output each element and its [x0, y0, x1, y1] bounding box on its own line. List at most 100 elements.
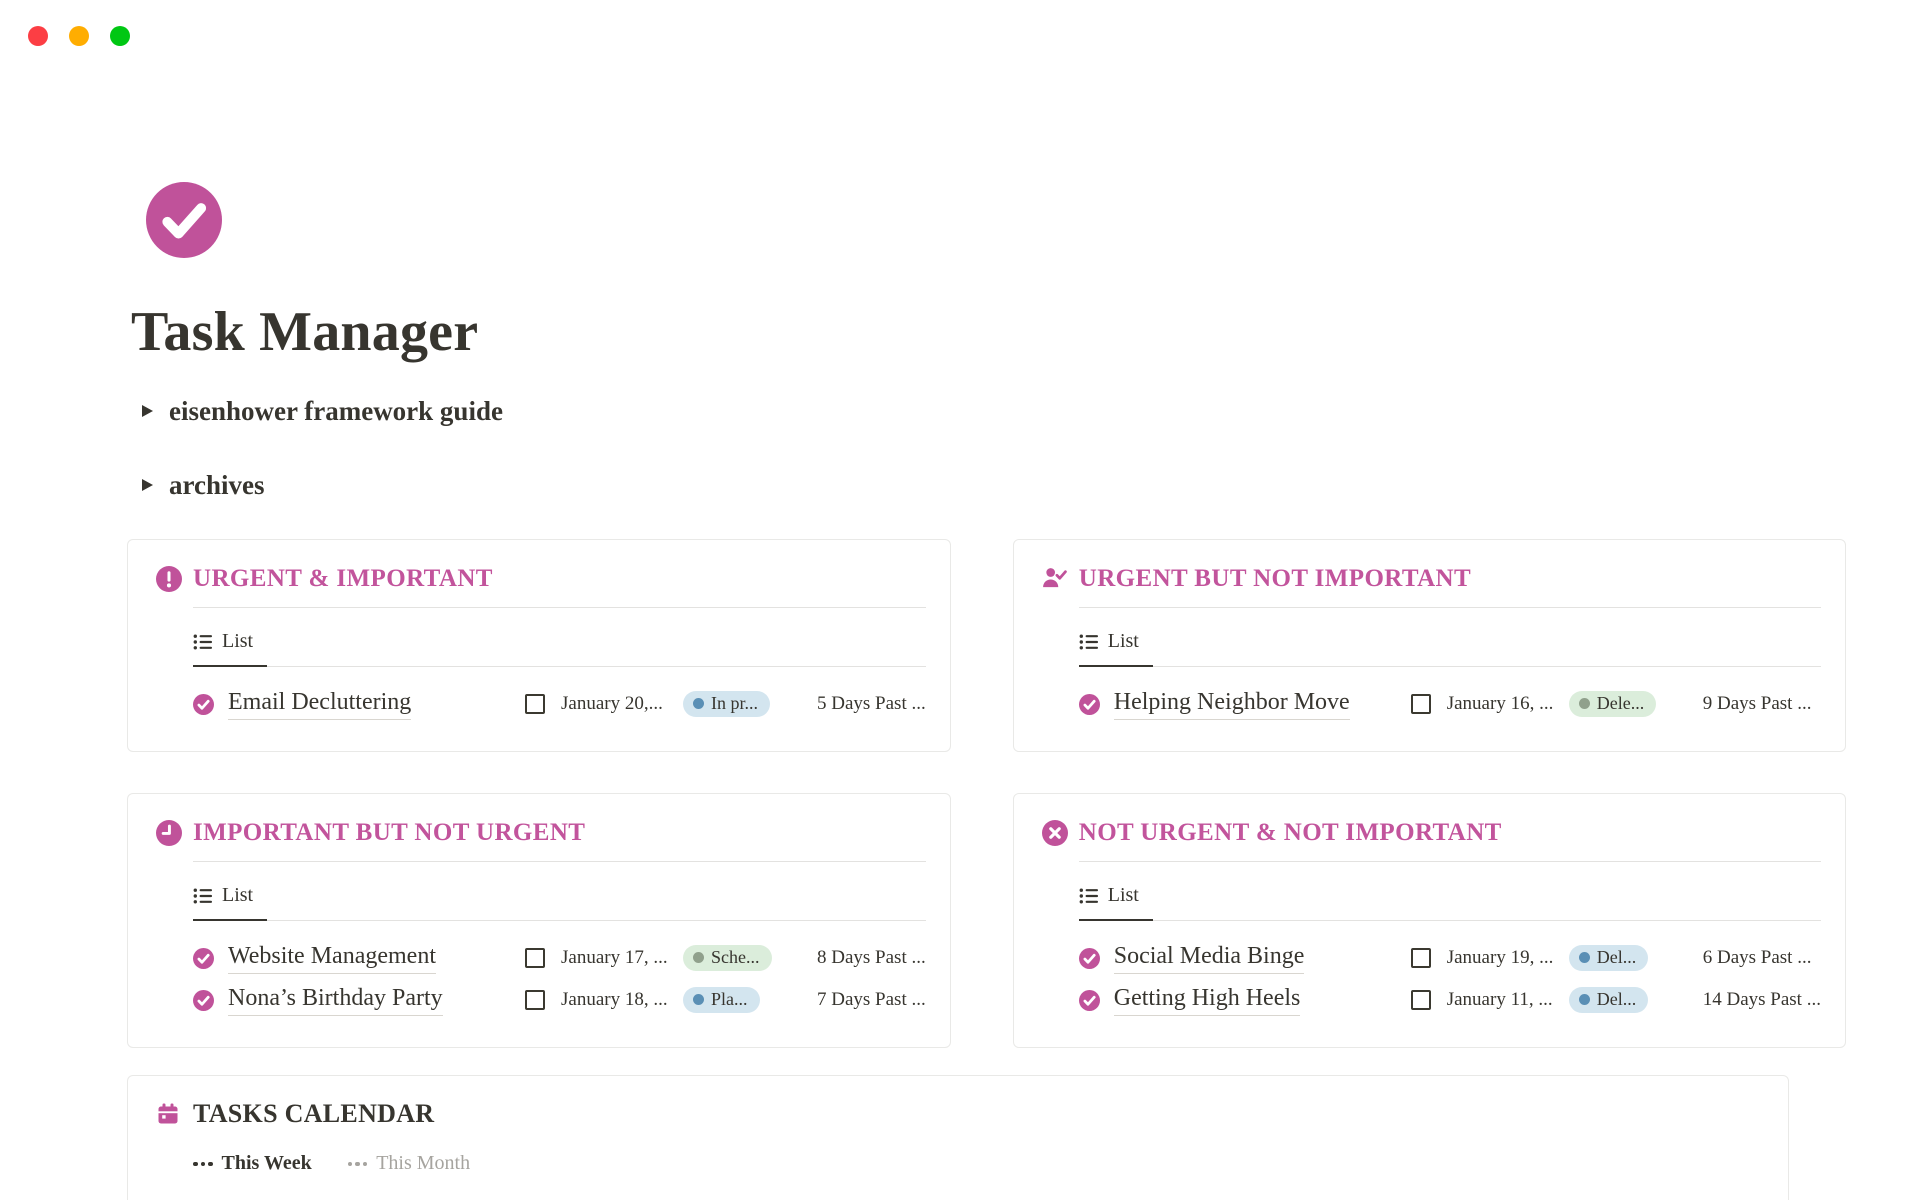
status-cell: Dele...: [1569, 691, 1679, 717]
status-dot-icon: [693, 994, 704, 1005]
view-tab-bar: List: [193, 620, 926, 667]
quadrant-body: List Social Media Binge January 19, ... …: [1079, 861, 1821, 1021]
task-name-link[interactable]: Getting High Heels: [1114, 985, 1301, 1015]
task-check-circle-icon: [193, 948, 214, 969]
list-view-icon: [1079, 886, 1099, 906]
status-dot-icon: [1579, 952, 1590, 963]
done-checkbox[interactable]: [525, 694, 545, 714]
view-tab-list[interactable]: List: [193, 874, 267, 921]
quadrant-grid: URGENT & IMPORTANT List Email Declutteri…: [127, 539, 1789, 1048]
status-badge[interactable]: Pla...: [683, 987, 760, 1013]
status-cell: Del...: [1569, 987, 1679, 1013]
view-tab-list[interactable]: List: [1079, 620, 1153, 667]
tab-label: This Month: [376, 1152, 470, 1175]
days-past-due: 9 Days Past ...: [1703, 693, 1821, 715]
toggle-archives[interactable]: archives: [142, 465, 1789, 505]
divider: [1079, 607, 1821, 608]
view-tab-bar: List: [1079, 874, 1821, 921]
divider: [193, 861, 926, 862]
status-badge[interactable]: Sche...: [683, 945, 772, 971]
toggle-triangle-icon: [142, 479, 153, 491]
page-check-circle-icon[interactable]: [146, 182, 222, 258]
clock-icon: [156, 820, 182, 846]
task-rows: Social Media Binge January 19, ... Del..…: [1079, 937, 1821, 1021]
close-button[interactable]: [28, 26, 48, 46]
x-circle-icon: [1042, 820, 1068, 846]
task-row: Website Management January 17, ... Sche.…: [193, 937, 926, 979]
tasks-calendar-card: TASKS CALENDAR This Week This Month: [127, 1075, 1789, 1200]
task-check-circle-icon: [1079, 948, 1100, 969]
status-cell: Sche...: [683, 945, 793, 971]
task-name-cell: Getting High Heels: [1079, 985, 1411, 1015]
status-badge[interactable]: Del...: [1569, 987, 1649, 1013]
task-due-date[interactable]: January 18, ...: [561, 989, 663, 1011]
calendar-header: TASKS CALENDAR: [156, 1098, 1764, 1130]
view-tab-list[interactable]: List: [1079, 874, 1153, 921]
quadrant-card: IMPORTANT BUT NOT URGENT List Website Ma…: [127, 793, 951, 1048]
quadrant-title: URGENT BUT NOT IMPORTANT: [1079, 565, 1471, 593]
quadrant-card: URGENT & IMPORTANT List Email Declutteri…: [127, 539, 951, 752]
task-name-link[interactable]: Social Media Binge: [1114, 943, 1305, 973]
tab-this-month[interactable]: This Month: [348, 1152, 470, 1175]
task-check-circle-icon: [1079, 990, 1100, 1011]
task-check-circle-icon: [193, 694, 214, 715]
task-due-date[interactable]: January 20,...: [561, 693, 663, 715]
task-due-date[interactable]: January 11, ...: [1447, 989, 1549, 1011]
status-cell: Pla...: [683, 987, 793, 1013]
view-tab-label: List: [1108, 630, 1139, 653]
quadrant-body: List Website Management January 17, ... …: [193, 861, 926, 1021]
task-rows: Helping Neighbor Move January 16, ... De…: [1079, 683, 1821, 725]
quadrant-header: IMPORTANT BUT NOT URGENT: [156, 818, 926, 848]
task-name-cell: Website Management: [193, 943, 525, 973]
status-badge[interactable]: Dele...: [1569, 691, 1656, 717]
view-tab-bar: List: [193, 874, 926, 921]
days-past-due: 5 Days Past ...: [817, 693, 926, 715]
status-dot-icon: [1579, 994, 1590, 1005]
toggle-triangle-icon: [142, 405, 153, 417]
days-past-due: 14 Days Past ...: [1703, 989, 1821, 1011]
done-checkbox[interactable]: [1411, 694, 1431, 714]
toggle-eisenhower-framework-guide[interactable]: eisenhower framework guide: [142, 391, 1789, 431]
status-badge[interactable]: Del...: [1569, 945, 1649, 971]
quadrant-body: List Helping Neighbor Move January 16, .…: [1079, 607, 1821, 725]
quadrant-title: NOT URGENT & NOT IMPORTANT: [1079, 819, 1502, 847]
task-name-link[interactable]: Helping Neighbor Move: [1114, 689, 1350, 719]
status-label: Sche...: [711, 947, 760, 968]
quadrant-title: URGENT & IMPORTANT: [193, 565, 493, 593]
timeline-dots-icon: [193, 1162, 213, 1167]
status-label: In pr...: [711, 693, 758, 714]
status-label: Dele...: [1597, 693, 1644, 714]
task-due-date[interactable]: January 17, ...: [561, 947, 663, 969]
view-tab-bar: List: [1079, 620, 1821, 667]
done-checkbox[interactable]: [525, 948, 545, 968]
status-badge[interactable]: In pr...: [683, 691, 770, 717]
task-row: Email Decluttering January 20,... In pr.…: [193, 683, 926, 725]
task-check-circle-icon: [1079, 694, 1100, 715]
view-tab-list[interactable]: List: [193, 620, 267, 667]
quadrant-body: List Email Decluttering January 20,... I…: [193, 607, 926, 725]
task-name-link[interactable]: Email Decluttering: [228, 689, 411, 719]
status-dot-icon: [693, 698, 704, 709]
done-checkbox[interactable]: [1411, 948, 1431, 968]
task-due-date[interactable]: January 16, ...: [1447, 693, 1549, 715]
calendar-title: TASKS CALENDAR: [193, 1099, 434, 1129]
status-label: Del...: [1597, 989, 1637, 1010]
task-row: Getting High Heels January 11, ... Del..…: [1079, 979, 1821, 1021]
task-name-link[interactable]: Website Management: [228, 943, 436, 973]
task-due-date[interactable]: January 19, ...: [1447, 947, 1549, 969]
quadrant-title: IMPORTANT BUT NOT URGENT: [193, 819, 585, 847]
task-row: Social Media Binge January 19, ... Del..…: [1079, 937, 1821, 979]
view-tab-label: List: [222, 884, 253, 907]
done-checkbox[interactable]: [525, 990, 545, 1010]
task-name-link[interactable]: Nona’s Birthday Party: [228, 985, 443, 1015]
minimize-button[interactable]: [69, 26, 89, 46]
status-dot-icon: [693, 952, 704, 963]
task-name-cell: Nona’s Birthday Party: [193, 985, 525, 1015]
zoom-button[interactable]: [110, 26, 130, 46]
tab-this-week[interactable]: This Week: [193, 1152, 312, 1175]
quadrant-card: URGENT BUT NOT IMPORTANT List Helping Ne…: [1013, 539, 1846, 752]
quadrant-header: URGENT BUT NOT IMPORTANT: [1042, 564, 1821, 594]
calendar-view-tabs: This Week This Month: [193, 1152, 1764, 1175]
task-name-cell: Social Media Binge: [1079, 943, 1411, 973]
done-checkbox[interactable]: [1411, 990, 1431, 1010]
